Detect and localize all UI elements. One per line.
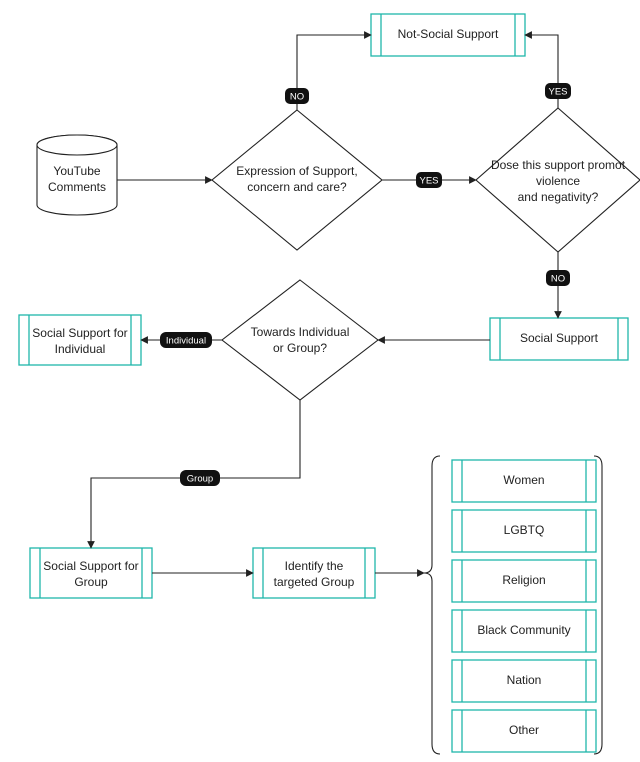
svg-text:Individual: Individual <box>166 336 206 347</box>
svg-text:Black Community: Black Community <box>477 623 570 637</box>
source-label-1: YouTube <box>53 164 100 178</box>
svg-text:Individual: Individual <box>55 342 106 356</box>
decision-target: Towards Individual or Group? <box>222 280 378 400</box>
svg-text:Dose this support promot: Dose this support promot <box>491 158 626 172</box>
groups-list: Women LGBTQ Religion Black Community Nat… <box>452 460 596 752</box>
svg-text:LGBTQ: LGBTQ <box>504 523 545 537</box>
svg-text:Group: Group <box>187 474 213 485</box>
flowchart-canvas: YouTube Comments Expression of Support, … <box>0 0 640 762</box>
svg-text:Women: Women <box>503 473 544 487</box>
source-label-2: Comments <box>48 180 106 194</box>
pill-no-1: NO <box>285 88 309 104</box>
group-item-nation: Nation <box>452 660 596 702</box>
group-item-religion: Religion <box>452 560 596 602</box>
source-cylinder: YouTube Comments <box>37 135 117 215</box>
pill-no-2: NO <box>546 270 570 286</box>
svg-text:violence: violence <box>536 174 580 188</box>
pill-group: Group <box>180 470 220 486</box>
svg-text:concern and care?: concern and care? <box>247 180 347 194</box>
svg-text:Nation: Nation <box>507 673 542 687</box>
svg-text:Identify the: Identify the <box>285 559 344 573</box>
pill-yes-1: YES <box>416 172 442 188</box>
decision-violence: Dose this support promot violence and ne… <box>476 108 640 252</box>
group-item-lgbtq: LGBTQ <box>452 510 596 552</box>
svg-text:Expression of Support,: Expression of Support, <box>236 164 357 178</box>
svg-text:Social Support: Social Support <box>520 331 599 345</box>
decision-expression: Expression of Support, concern and care? <box>212 110 382 250</box>
terminal-social-support: Social Support <box>490 318 628 360</box>
svg-text:NO: NO <box>290 92 304 103</box>
svg-text:Towards Individual: Towards Individual <box>251 325 350 339</box>
terminal-support-individual: Social Support for Individual <box>19 315 141 365</box>
svg-text:and negativity?: and negativity? <box>518 190 599 204</box>
group-item-black-community: Black Community <box>452 610 596 652</box>
svg-text:YES: YES <box>548 87 567 98</box>
svg-text:Not-Social Support: Not-Social Support <box>398 27 499 41</box>
group-item-other: Other <box>452 710 596 752</box>
pill-yes-2: YES <box>545 83 571 99</box>
terminal-not-social-support: Not-Social Support <box>371 14 525 56</box>
svg-text:YES: YES <box>419 176 438 187</box>
svg-text:Group: Group <box>74 575 108 589</box>
svg-text:targeted Group: targeted Group <box>274 575 355 589</box>
svg-text:Social Support for: Social Support for <box>32 326 127 340</box>
terminal-support-group: Social Support for Group <box>30 548 152 598</box>
svg-text:NO: NO <box>551 274 565 285</box>
svg-text:Religion: Religion <box>502 573 545 587</box>
svg-text:Social Support for: Social Support for <box>43 559 138 573</box>
svg-text:Other: Other <box>509 723 539 737</box>
pill-individual: Individual <box>160 332 212 348</box>
group-item-women: Women <box>452 460 596 502</box>
svg-text:or Group?: or Group? <box>273 341 327 355</box>
process-identify-group: Identify the targeted Group <box>253 548 375 598</box>
